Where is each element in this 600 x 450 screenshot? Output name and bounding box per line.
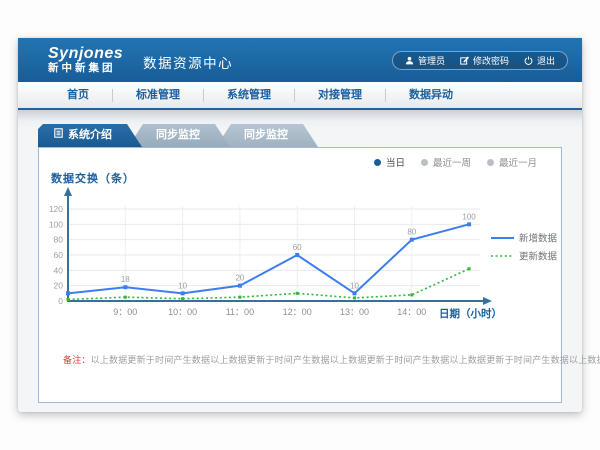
data-point-label: 60 xyxy=(293,243,302,252)
data-point xyxy=(353,291,357,295)
tab-label: 同步监控 xyxy=(244,124,288,147)
data-point xyxy=(238,296,241,299)
y-tick-label: 120 xyxy=(49,204,63,214)
data-point-label: 100 xyxy=(462,212,476,221)
nav-item-data-change[interactable]: 数据异动 xyxy=(386,82,476,108)
data-point xyxy=(410,238,414,242)
data-point xyxy=(410,293,413,296)
tab-label: 系统介绍 xyxy=(68,124,112,147)
y-tick-label: 40 xyxy=(54,265,64,275)
data-point xyxy=(296,292,299,295)
data-point xyxy=(468,267,471,270)
y-tick-label: 0 xyxy=(58,296,63,306)
tab-system-intro[interactable]: 系统介绍 xyxy=(38,124,142,147)
nav-item-system-mgmt[interactable]: 系统管理 xyxy=(204,82,294,108)
x-tick-label: 10：00 xyxy=(168,307,197,317)
x-tick-label: 12：00 xyxy=(283,307,312,317)
y-tick-label: 80 xyxy=(54,235,64,245)
edit-icon xyxy=(460,56,469,65)
data-point xyxy=(238,284,242,288)
app-window: Synjones 新中新集团 数据资源中心 管理员 修改密码 退出 xyxy=(18,38,582,412)
radio-selected-icon xyxy=(374,159,381,166)
radio-unselected-icon xyxy=(421,159,428,166)
nav-item-standard-mgmt[interactable]: 标准管理 xyxy=(113,82,203,108)
document-icon xyxy=(54,124,63,147)
x-axis-arrow-icon xyxy=(483,297,492,305)
data-point xyxy=(181,291,185,295)
tab-sync-monitor-2[interactable]: 同步监控 xyxy=(216,124,318,147)
data-point xyxy=(467,222,471,226)
data-point-label: 80 xyxy=(407,228,416,237)
nav-item-interface-mgmt[interactable]: 对接管理 xyxy=(295,82,385,108)
filter-last-week[interactable]: 最近一周 xyxy=(421,155,471,169)
admin-user-button[interactable]: 管理员 xyxy=(405,54,445,67)
app-header: Synjones 新中新集团 数据资源中心 管理员 修改密码 退出 xyxy=(18,38,582,82)
footnote: 备注：以上数据更新于时间产生数据以上数据更新于时间产生数据以上数据更新于时间产生… xyxy=(63,353,553,366)
legend-label: 新增数据 xyxy=(519,233,558,245)
data-point-label: 10 xyxy=(350,281,359,290)
x-tick-label: 13：00 xyxy=(340,307,369,317)
data-point xyxy=(181,297,184,300)
change-password-button[interactable]: 修改密码 xyxy=(460,54,509,67)
logout-button[interactable]: 退出 xyxy=(524,54,555,67)
data-point xyxy=(353,296,356,299)
filter-today[interactable]: 当日 xyxy=(374,155,405,169)
main-nav: 首页 标准管理 系统管理 对接管理 数据异动 xyxy=(18,82,582,110)
line-chart: 0 20 40 60 80 100 120 9：00 10：00 11：00 12：00 13：00 1… xyxy=(39,176,561,328)
data-point xyxy=(295,253,299,257)
logo: Synjones 新中新集团 xyxy=(48,46,123,74)
y-axis-arrow-icon xyxy=(64,187,72,196)
change-password-label: 修改密码 xyxy=(473,54,509,67)
legend-label: 更新数据 xyxy=(519,251,558,263)
data-point-label: 20 xyxy=(235,274,244,283)
time-range-filter: 当日 最近一周 最近一月 xyxy=(374,155,537,169)
data-point xyxy=(66,291,70,295)
data-point-label: 18 xyxy=(121,275,130,284)
user-icon xyxy=(405,56,414,65)
data-point xyxy=(67,298,70,301)
x-axis-title: 日期（小时） xyxy=(439,307,502,320)
data-point xyxy=(123,285,127,289)
x-tick-label: 9：00 xyxy=(113,307,137,317)
user-toolbar: 管理员 修改密码 退出 xyxy=(392,51,568,70)
filter-last-month[interactable]: 最近一月 xyxy=(487,155,537,169)
data-point xyxy=(124,296,127,299)
radio-unselected-icon xyxy=(487,159,494,166)
y-tick-label: 60 xyxy=(54,250,64,260)
footnote-text: 以上数据更新于时间产生数据以上数据更新于时间产生数据以上数据更新于时间产生数据以… xyxy=(91,355,600,365)
tab-sync-monitor-1[interactable]: 同步监控 xyxy=(128,124,230,147)
y-tick-label: 100 xyxy=(49,219,63,229)
logout-label: 退出 xyxy=(537,54,555,67)
tab-bar: 系统介绍 同步监控 同步监控 xyxy=(38,124,582,147)
x-tick-label: 14：00 xyxy=(397,307,426,317)
admin-user-label: 管理员 xyxy=(418,54,445,67)
power-icon xyxy=(524,56,533,65)
y-tick-label: 20 xyxy=(54,281,64,291)
content-area: 系统介绍 同步监控 同步监控 当日 最近一周 xyxy=(18,110,582,410)
nav-item-home[interactable]: 首页 xyxy=(44,82,112,108)
tab-label: 同步监控 xyxy=(156,124,200,147)
chart-panel: 当日 最近一周 最近一月 数据交换（条） 0204060801001209：00… xyxy=(38,147,562,403)
page-title: 数据资源中心 xyxy=(143,48,233,72)
logo-sub: 新中新集团 xyxy=(48,63,123,74)
data-point-label: 10 xyxy=(178,281,187,290)
footnote-prefix: 备注： xyxy=(63,355,91,365)
x-tick-label: 11：00 xyxy=(226,307,254,317)
logo-main: Synjones xyxy=(48,46,123,63)
